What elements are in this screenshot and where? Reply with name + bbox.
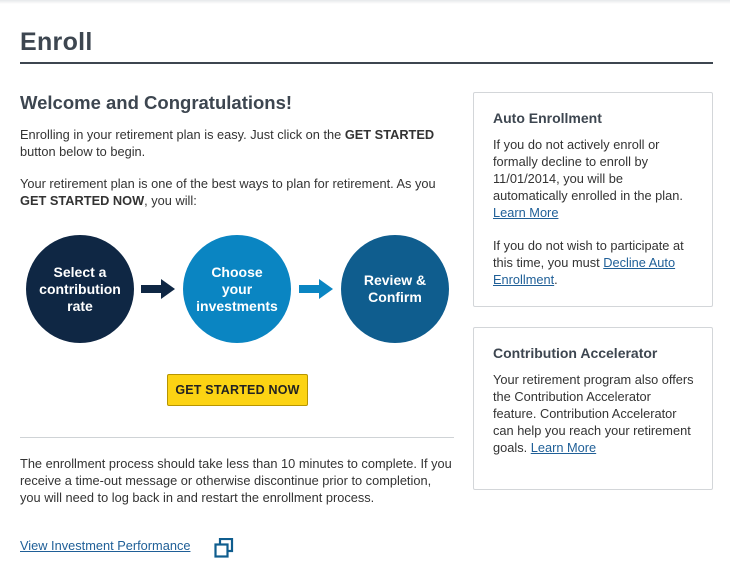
intro-text-c: button below to begin. [20,144,146,159]
step-label-line: rate [67,297,93,314]
section-divider [20,437,454,438]
auto-enrollment-card: Auto Enrollment If you do not actively e… [473,92,713,307]
plan-paragraph: Your retirement plan is one of the best … [20,175,450,209]
top-shadow [0,0,730,4]
auto-enrollment-learn-more-link[interactable]: Learn More [493,205,558,220]
arrow-right-icon [141,279,175,299]
auto-enrollment-title: Auto Enrollment [493,110,602,126]
new-window-icon[interactable] [214,538,234,558]
plan-text-a: Your retirement plan is one of the best … [20,176,436,191]
title-divider [20,62,713,64]
decline-period: . [554,272,558,287]
step-label-line: Confirm [368,289,422,305]
plan-text-bold: GET STARTED NOW [20,193,145,208]
arrow-right-icon [299,279,333,299]
step-label-line: Review & [363,272,427,288]
contribution-accelerator-learn-more-link[interactable]: Learn More [531,440,596,455]
auto-enrollment-text: If you do not actively enroll or formall… [493,136,696,221]
page-title: Enroll [20,28,93,56]
view-investment-performance-link[interactable]: View Investment Performance [20,538,190,553]
step-label-line: investments [196,297,278,314]
intro-text-bold: GET STARTED [344,127,435,142]
auto-enrollment-body: If you do not actively enroll or formall… [493,137,683,203]
intro-text-a: Enrolling in your retirement plan is eas… [20,127,345,142]
contribution-accelerator-text: Your retirement program also offers the … [493,371,696,456]
welcome-heading: Welcome and Congratulations! [20,92,293,113]
step-label-line: contribution [39,280,121,297]
step-select-contribution-rate: Select a contribution rate [26,235,134,343]
enrollment-process-note: The enrollment process should take less … [20,456,452,505]
decline-text: If you do not wish to participate at thi… [493,237,696,288]
step-label-line: Choose [211,263,263,280]
step-label-line: Select a [53,263,107,280]
get-started-now-button[interactable]: GET STARTED NOW [167,374,308,406]
plan-text-c: , you will: [144,193,197,208]
step-choose-investments: Choose your investments [183,235,291,343]
contribution-accelerator-card: Contribution Accelerator Your retirement… [473,327,713,490]
step-label-line: your [221,280,253,297]
intro-paragraph: Enrolling in your retirement plan is eas… [20,126,450,160]
step-review-confirm: Review & Confirm [341,235,449,343]
contribution-accelerator-title: Contribution Accelerator [493,345,658,361]
